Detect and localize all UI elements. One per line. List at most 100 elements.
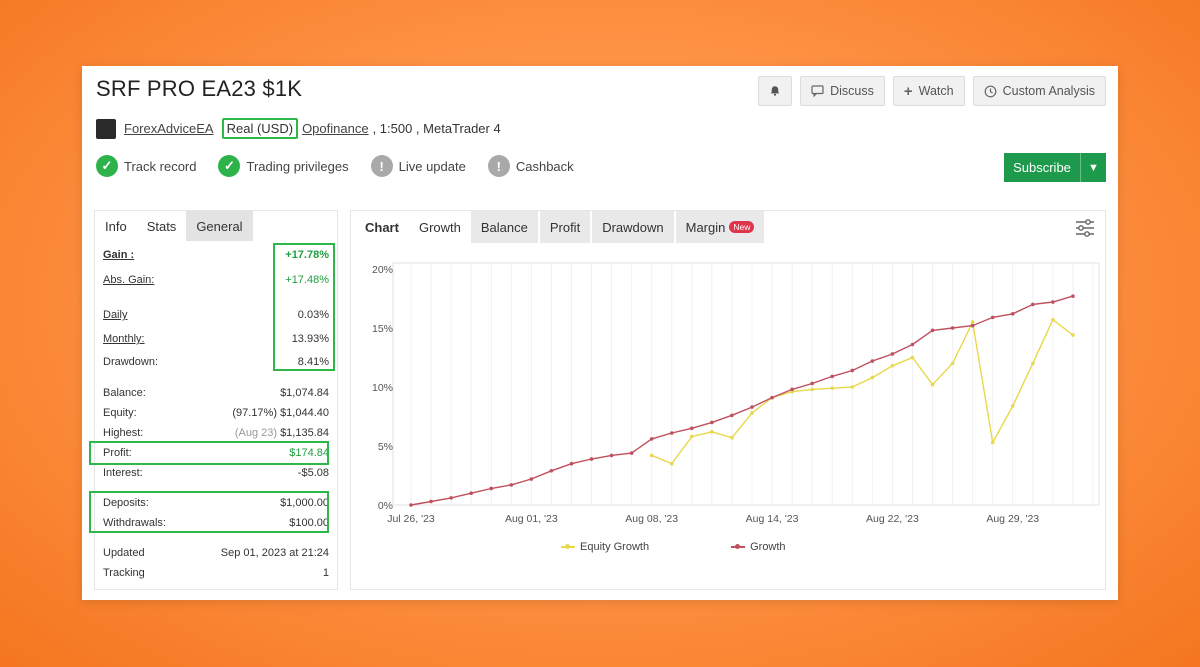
clock-icon (984, 85, 996, 97)
stat-note: (97.17%) (232, 407, 277, 419)
equity-growth-point (970, 320, 975, 324)
stat-tracking: Tracking 1 (103, 565, 329, 581)
legend-equity-growth[interactable]: Equity Growth (561, 541, 649, 553)
settings-sliders-icon[interactable] (1075, 219, 1095, 237)
growth-point (830, 374, 835, 379)
equity-growth-point (669, 461, 674, 466)
x-tick-label: Aug 29, '23 (986, 513, 1039, 525)
legend-swatch (561, 544, 575, 549)
chevron-down-icon[interactable]: ▼ (1080, 153, 1106, 182)
growth-point (449, 496, 453, 500)
growth-point (1051, 300, 1055, 304)
growth-point (730, 413, 734, 418)
growth-point (690, 426, 694, 431)
subscribe-button[interactable]: Subscribe ▼ (1004, 153, 1106, 182)
tab-balance[interactable]: Balance (470, 211, 538, 243)
tab-margin[interactable]: Margin New (675, 211, 765, 243)
growth-point (850, 368, 855, 373)
tab-profit[interactable]: Profit (539, 211, 591, 243)
equity-growth-point (1031, 361, 1035, 366)
verification-badges: ✓ Track record ✓ Trading privileges ! Li… (96, 155, 574, 177)
legend-label: Growth (750, 541, 786, 553)
stat-amount: $1,044.40 (280, 407, 329, 419)
x-tick-label: Aug 08, '23 (625, 513, 678, 525)
growth-point (669, 431, 674, 435)
tab-chart[interactable]: Chart (355, 211, 409, 243)
badge-label: Live update (398, 158, 466, 174)
stat-value: 1 (322, 567, 329, 579)
stat-equity: Equity: (97.17%) $1,044.40 (103, 405, 329, 421)
y-tick-label: 0% (378, 500, 393, 512)
stat-highest: Highest: (Aug 23) $1,135.84 (103, 425, 329, 441)
chart-tabs: Chart Growth Balance Profit Drawdown Mar… (351, 211, 1105, 243)
stat-label: Gain : (103, 249, 135, 261)
badge-track-record: ✓ Track record (96, 155, 196, 177)
growth-point (930, 328, 935, 333)
tab-growth[interactable]: Growth (409, 211, 471, 243)
system-card: SRF PRO EA23 $1K Discuss + Watch Custom … (82, 66, 1118, 600)
page-title: SRF PRO EA23 $1K (96, 76, 303, 101)
chart-legend: Equity Growth Growth (561, 541, 786, 553)
growth-point (1071, 294, 1075, 298)
discuss-label: Discuss (830, 84, 874, 98)
growth-point (1031, 302, 1035, 307)
avatar (96, 118, 116, 139)
author-link[interactable]: ForexAdviceEA (124, 121, 214, 136)
growth-point (569, 461, 574, 466)
check-icon: ✓ (218, 155, 241, 177)
equity-growth-point (690, 434, 694, 439)
stat-label: Highest: (103, 427, 144, 439)
legend-growth[interactable]: Growth (731, 541, 786, 553)
stat-label: Equity: (103, 407, 137, 419)
growth-point (509, 483, 514, 487)
discuss-button[interactable]: Discuss (800, 76, 885, 106)
profit-highlight (89, 441, 329, 465)
notifications-button[interactable] (758, 76, 793, 106)
equity-growth-line (651, 318, 1074, 465)
growth-point (770, 395, 774, 400)
growth-point (870, 359, 875, 363)
stat-label: Abs. Gain: (103, 274, 155, 286)
growth-point (529, 477, 534, 481)
y-tick-label: 15% (372, 323, 393, 335)
stat-label: Monthly: (103, 333, 145, 345)
tab-general[interactable]: General (186, 211, 253, 241)
growth-point (629, 451, 634, 455)
watch-button[interactable]: + Watch (892, 76, 965, 106)
x-tick-label: Jul 26, '23 (387, 513, 435, 525)
equity-growth-point (649, 453, 654, 458)
y-tick-label: 20% (372, 264, 393, 276)
custom-analysis-label: Custom Analysis (1002, 84, 1095, 98)
badge-cashback: ! Cashback (487, 155, 574, 177)
account-type: Real (USD) (221, 118, 299, 139)
new-badge: New (729, 221, 755, 233)
tab-info[interactable]: Info (95, 211, 137, 241)
equity-growth-point (830, 386, 835, 390)
growth-point (409, 503, 413, 507)
legend-swatch (731, 544, 746, 549)
subscribe-label: Subscribe (1013, 160, 1071, 175)
stat-label: Interest: (103, 467, 143, 479)
custom-analysis-button[interactable]: Custom Analysis (972, 76, 1106, 106)
tab-drawdown[interactable]: Drawdown (592, 211, 674, 243)
growth-point (649, 437, 654, 441)
growth-point (750, 405, 754, 409)
broker-link[interactable]: Opofinance (302, 121, 369, 136)
stat-label: Daily (103, 309, 128, 321)
equity-growth-point (810, 387, 814, 392)
growth-point (790, 387, 794, 392)
stat-value: Sep 01, 2023 at 21:24 (220, 547, 329, 559)
growth-point (489, 486, 494, 491)
exclamation-icon: ! (487, 155, 510, 177)
x-tick-label: Aug 14, '23 (746, 513, 799, 525)
tab-stats[interactable]: Stats (137, 211, 187, 241)
equity-growth-point (930, 382, 935, 387)
stat-amount: $1,135.84 (280, 427, 329, 439)
stat-value: $1,074.84 (280, 387, 329, 399)
stat-updated: Updated Sep 01, 2023 at 21:24 (103, 545, 329, 561)
growth-point (469, 491, 473, 495)
equity-growth-point (710, 430, 714, 434)
equity-growth-point (850, 385, 855, 389)
equity-growth-point (1071, 333, 1075, 337)
equity-growth-point (1051, 317, 1055, 322)
